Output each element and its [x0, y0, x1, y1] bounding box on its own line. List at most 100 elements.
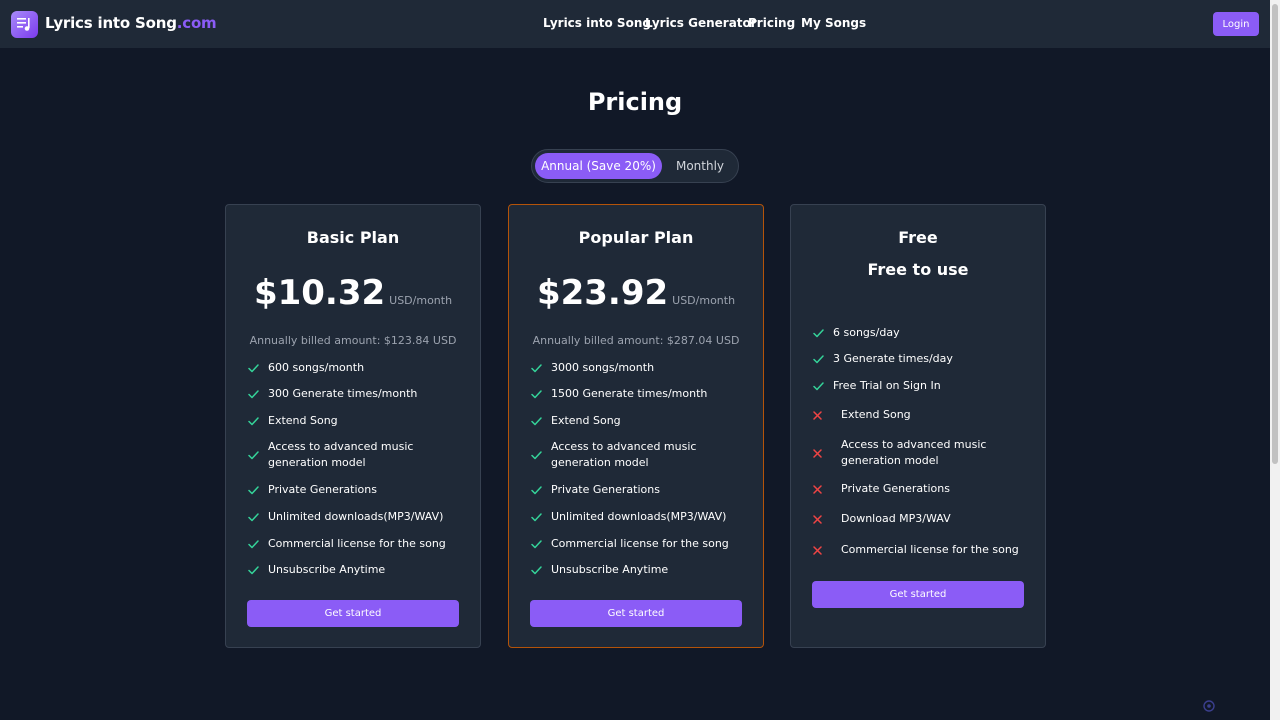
x-icon [813, 514, 841, 524]
scrollbar-thumb[interactable] [1272, 4, 1278, 464]
toggle-monthly[interactable]: Monthly [666, 153, 734, 179]
feature-item: Extend Song [813, 407, 1033, 423]
feature-item: Unlimited downloads(MP3/WAV) [248, 509, 468, 525]
check-icon [531, 565, 551, 575]
feature-text: Extend Song [551, 414, 621, 427]
feature-text: Access to advanced music generation mode… [268, 440, 414, 469]
feature-item: Access to advanced music generation mode… [813, 437, 1033, 469]
plan-name: Free [898, 228, 938, 247]
feature-text: 3 Generate times/day [833, 352, 953, 365]
feature-text: Access to advanced music generation mode… [841, 438, 987, 467]
check-icon [248, 389, 268, 399]
x-icon [813, 448, 841, 458]
feature-text: Download MP3/WAV [841, 512, 951, 525]
check-icon [531, 450, 551, 460]
nav-my-songs[interactable]: My Songs [801, 16, 866, 30]
feature-text: Commercial license for the song [841, 543, 1019, 556]
feature-item: Access to advanced music generation mode… [531, 439, 751, 471]
x-icon [813, 545, 841, 555]
plan-card-free: Free Free to use 6 songs/day 3 Generate t… [790, 204, 1046, 648]
billed-amount: Annually billed amount: $287.04 USD [532, 334, 740, 347]
feature-item: 600 songs/month [248, 360, 468, 376]
price-unit: USD/month [672, 294, 736, 307]
plan-name: Basic Plan [306, 228, 400, 247]
feature-item: Private Generations [531, 482, 751, 498]
feature-item: Free Trial on Sign In [813, 378, 1033, 394]
page-title: Pricing [587, 88, 683, 116]
plan-card-popular: Popular Plan $23.92 USD/month Annually bi… [508, 204, 764, 648]
check-icon [813, 328, 833, 338]
feature-item: Commercial license for the song [813, 542, 1033, 558]
feature-text: Unsubscribe Anytime [268, 563, 386, 576]
feature-text: Access to advanced music generation mode… [551, 440, 697, 469]
check-icon [248, 416, 268, 426]
plan-price: $10.32 [253, 273, 386, 313]
feature-text: 6 songs/day [833, 326, 900, 339]
feature-item: Private Generations [248, 482, 468, 498]
billed-amount: Annually billed amount: $123.84 USD [249, 334, 457, 347]
feature-text: Unlimited downloads(MP3/WAV) [268, 510, 444, 523]
check-icon [531, 485, 551, 495]
check-icon [248, 363, 268, 373]
check-icon [248, 512, 268, 522]
feature-text: 300 Generate times/month [268, 387, 418, 400]
price-row: $23.92 USD/month [509, 273, 763, 313]
login-button[interactable]: Login [1213, 12, 1259, 36]
x-icon [813, 410, 841, 420]
feature-text: Unsubscribe Anytime [551, 563, 669, 576]
check-icon [248, 485, 268, 495]
feature-item: 300 Generate times/month [248, 386, 468, 402]
feature-item: Unlimited downloads(MP3/WAV) [531, 509, 751, 525]
feature-item: Access to advanced music generation mode… [248, 439, 468, 471]
check-icon [531, 539, 551, 549]
nav-lyrics-generator[interactable]: Lyrics Generator [645, 16, 757, 30]
top-navbar: Lyrics into Song.com Lyrics into Song Ly… [0, 0, 1270, 48]
brand-name[interactable]: Lyrics into Song.com [45, 14, 217, 32]
feature-text: 3000 songs/month [551, 361, 655, 374]
check-icon [248, 565, 268, 575]
feature-text: Private Generations [551, 483, 660, 496]
check-icon [248, 539, 268, 549]
get-started-button[interactable]: Get started [530, 600, 742, 627]
logo-icon[interactable] [11, 11, 38, 38]
toggle-annual[interactable]: Annual (Save 20%) [535, 153, 662, 179]
x-icon [813, 484, 841, 494]
billing-toggle: Annual (Save 20%) Monthly [531, 149, 739, 183]
get-started-button[interactable]: Get started [812, 581, 1024, 608]
feature-item: Unsubscribe Anytime [248, 562, 468, 578]
plan-name: Popular Plan [578, 228, 694, 247]
feature-item: 1500 Generate times/month [531, 386, 751, 402]
feature-text: Commercial license for the song [268, 537, 446, 550]
plan-card-basic: Basic Plan $10.32 USD/month Annually bill… [225, 204, 481, 648]
feature-text: Unlimited downloads(MP3/WAV) [551, 510, 727, 523]
nav-lyrics-into-song[interactable]: Lyrics into Song [543, 16, 651, 30]
feature-item: Download MP3/WAV [813, 511, 1033, 527]
feature-text: Commercial license for the song [551, 537, 729, 550]
check-icon [531, 512, 551, 522]
nav-pricing[interactable]: Pricing [748, 16, 795, 30]
badge-icon [1203, 700, 1215, 712]
feature-item: Commercial license for the song [248, 536, 468, 552]
get-started-button[interactable]: Get started [247, 600, 459, 627]
feature-item: Extend Song [248, 413, 468, 429]
feature-text: Private Generations [841, 482, 950, 495]
check-icon [531, 363, 551, 373]
check-icon [531, 416, 551, 426]
feature-item: Unsubscribe Anytime [531, 562, 751, 578]
feature-text: 1500 Generate times/month [551, 387, 708, 400]
check-icon [248, 450, 268, 460]
brand-suffix: .com [176, 14, 217, 32]
scrollbar[interactable] [1270, 0, 1280, 720]
feature-text: Private Generations [268, 483, 377, 496]
plan-price: $23.92 [536, 273, 669, 313]
feature-text: Extend Song [841, 408, 911, 421]
price-row: $10.32 USD/month [226, 273, 480, 313]
feature-text: 600 songs/month [268, 361, 365, 374]
feature-item: 6 songs/day [813, 325, 1033, 341]
check-icon [531, 389, 551, 399]
feature-item: 3 Generate times/day [813, 351, 1033, 367]
feature-item: Commercial license for the song [531, 536, 751, 552]
price-unit: USD/month [389, 294, 453, 307]
check-icon [813, 381, 833, 391]
check-icon [813, 354, 833, 364]
